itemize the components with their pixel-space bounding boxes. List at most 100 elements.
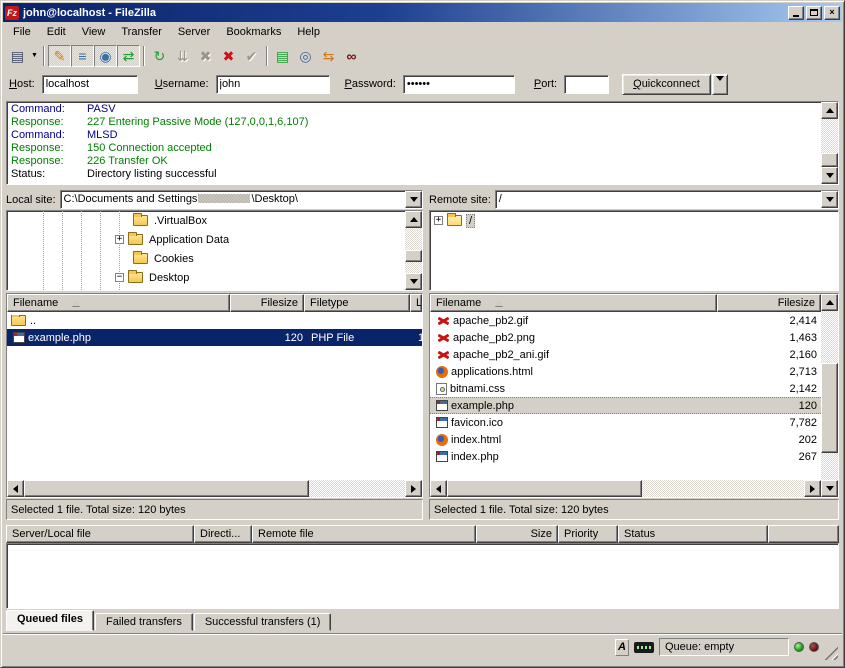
local-site-row: Local site: C:\Documents and Settings\De… (6, 190, 423, 210)
speed-limit-icon[interactable] (634, 642, 654, 653)
column-priority[interactable]: Priority (558, 525, 618, 543)
tree-item-cookies[interactable]: Cookies (7, 249, 405, 268)
filter-button[interactable]: ▤ (271, 45, 294, 67)
scroll-right-button[interactable] (405, 480, 422, 497)
column-remote-file[interactable]: Remote file (252, 525, 476, 543)
file-row[interactable]: apache_pb2.png1,463 (430, 329, 821, 346)
column-filesize[interactable]: Filesize (717, 294, 821, 312)
column-filesize[interactable]: Filesize (230, 294, 304, 312)
scroll-up-button[interactable] (821, 102, 838, 119)
local-path-combobox[interactable]: C:\Documents and Settings\Desktop\ (60, 190, 423, 209)
log-scrollbar[interactable] (821, 102, 838, 184)
scroll-down-button[interactable] (821, 167, 838, 184)
toggle-remote-tree-button[interactable]: ◉ (94, 45, 117, 67)
column-size[interactable]: Size (476, 525, 558, 543)
site-manager-dropdown[interactable]: ▼ (29, 45, 40, 67)
scroll-left-button[interactable] (7, 480, 24, 497)
menu-server[interactable]: Server (170, 24, 218, 40)
scroll-left-button[interactable] (430, 480, 447, 497)
sync-browsing-button[interactable]: ⇆ (317, 45, 340, 67)
maximize-button[interactable] (806, 6, 822, 20)
tab-queued-files[interactable]: Queued files (6, 610, 94, 631)
binoculars-icon: ∞ (347, 49, 357, 63)
collapse-icon[interactable]: − (115, 273, 124, 282)
minimize-button[interactable] (788, 6, 804, 20)
quickconnect-dropdown[interactable] (712, 74, 728, 95)
resize-grip[interactable] (824, 646, 838, 660)
column-filetype[interactable]: Filetype (304, 294, 410, 312)
scroll-down-button[interactable] (821, 480, 838, 497)
menu-help[interactable]: Help (289, 24, 328, 40)
site-manager-button[interactable]: ▤ (6, 45, 29, 67)
file-row[interactable]: apache_pb2_ani.gif2,160 (430, 346, 821, 363)
column-lastmodified[interactable]: L (410, 294, 422, 312)
process-queue-button[interactable]: ⇊ (171, 45, 194, 67)
scroll-thumb[interactable] (447, 480, 642, 497)
scroll-right-button[interactable] (804, 480, 821, 497)
local-hscrollbar[interactable] (7, 480, 422, 497)
toggle-queue-button[interactable]: ⇄ (117, 45, 140, 67)
tab-failed-transfers[interactable]: Failed transfers (95, 613, 193, 631)
find-files-button[interactable]: ∞ (340, 45, 363, 67)
remote-path-dropdown[interactable] (821, 191, 838, 208)
local-tree-scrollbar[interactable] (405, 211, 422, 290)
refresh-button[interactable]: ↻ (148, 45, 171, 67)
site-manager-icon: ▤ (11, 49, 24, 63)
disconnect-button[interactable]: ✖ (217, 45, 240, 67)
scroll-down-button[interactable] (405, 273, 422, 290)
password-input[interactable] (403, 75, 515, 94)
local-rows: .. example.php 120 PHP File 1 (7, 312, 422, 480)
cancel-button[interactable]: ✖ (194, 45, 217, 67)
remote-path-combobox[interactable]: / (495, 190, 839, 209)
expand-icon[interactable]: + (434, 216, 443, 225)
file-row-example-php[interactable]: example.php 120 PHP File 1 (7, 329, 422, 346)
titlebar: Fz john@localhost - FileZilla × (3, 3, 842, 22)
expand-icon[interactable]: + (115, 235, 124, 244)
file-row[interactable]: applications.html2,713 (430, 363, 821, 380)
file-row[interactable]: apache_pb2.gif2,414 (430, 312, 821, 329)
username-input[interactable] (216, 75, 330, 94)
column-filename[interactable]: Filename (7, 294, 230, 312)
close-button[interactable]: × (824, 6, 840, 20)
host-input[interactable] (42, 75, 138, 94)
arrow-left-icon (436, 485, 441, 493)
remote-vscrollbar[interactable] (821, 294, 838, 497)
local-path-dropdown[interactable] (405, 191, 422, 208)
scroll-thumb[interactable] (821, 363, 838, 453)
toggle-message-log-button[interactable]: ✎ (48, 45, 71, 67)
port-input[interactable] (564, 75, 609, 94)
arrow-up-icon (826, 300, 834, 305)
menu-file[interactable]: File (5, 24, 39, 40)
scroll-thumb[interactable] (821, 153, 838, 167)
column-status[interactable]: Status (618, 525, 768, 543)
tree-item-root[interactable]: + / (430, 211, 838, 230)
tree-item-application-data[interactable]: + Application Data (7, 230, 405, 249)
open-folder-icon (447, 215, 462, 226)
tree-item-desktop[interactable]: − Desktop (7, 268, 405, 287)
file-row[interactable]: favicon.ico7,782 (430, 414, 821, 431)
file-row[interactable]: index.html202 (430, 431, 821, 448)
file-row[interactable]: bitnami.css2,142 (430, 380, 821, 397)
remote-hscrollbar[interactable] (430, 480, 821, 497)
menu-transfer[interactable]: Transfer (113, 24, 170, 40)
scroll-up-button[interactable] (821, 294, 838, 311)
menu-view[interactable]: View (74, 24, 114, 40)
menu-bookmarks[interactable]: Bookmarks (218, 24, 289, 40)
reconnect-button[interactable]: ✔ (240, 45, 263, 67)
column-direction[interactable]: Directi... (194, 525, 252, 543)
toggle-local-tree-button[interactable]: ≡ (71, 45, 94, 67)
column-filename[interactable]: Filename (430, 294, 717, 312)
tab-successful-transfers[interactable]: Successful transfers (1) (194, 613, 332, 631)
file-row-selected[interactable]: example.php120 (430, 397, 821, 414)
quickconnect-button[interactable]: Quickconnect (622, 74, 711, 95)
compare-button[interactable]: ◎ (294, 45, 317, 67)
scroll-up-button[interactable] (405, 211, 422, 228)
scroll-thumb[interactable] (405, 250, 422, 262)
file-row[interactable]: index.php267 (430, 448, 821, 465)
transfer-type-indicator[interactable]: A (615, 639, 629, 656)
file-row-parent-dir[interactable]: .. (7, 312, 422, 329)
column-server-local-file[interactable]: Server/Local file (6, 525, 194, 543)
menu-edit[interactable]: Edit (39, 24, 74, 40)
scroll-thumb[interactable] (24, 480, 309, 497)
tree-item-virtualbox[interactable]: .VirtualBox (7, 211, 405, 230)
